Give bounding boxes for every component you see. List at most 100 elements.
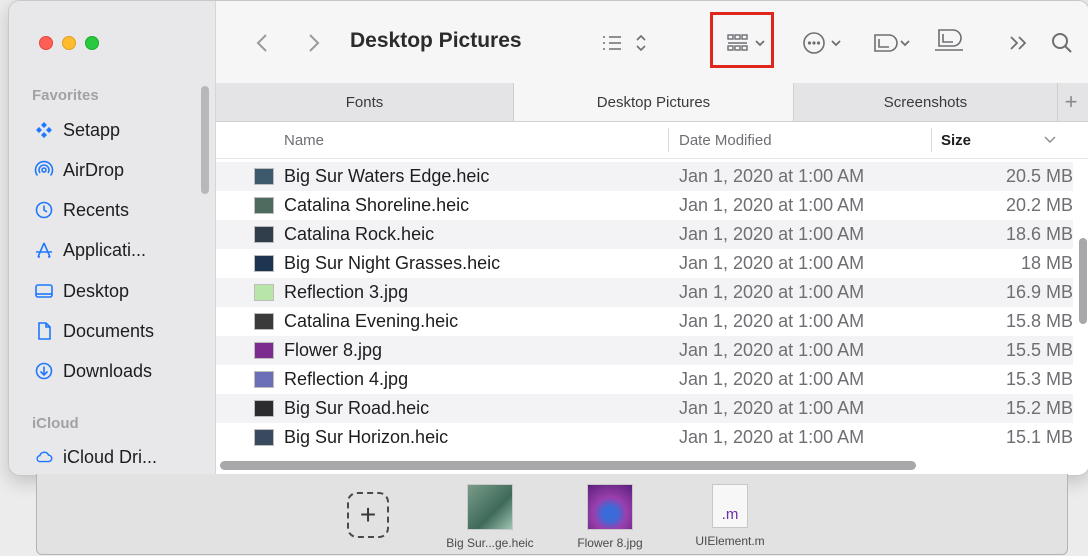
column-date-modified[interactable]: Date Modified [679, 122, 772, 158]
favorites-heading: Favorites [32, 87, 99, 104]
add-files-button[interactable]: + [347, 492, 389, 538]
search-icon[interactable] [1048, 29, 1076, 57]
file-name: Big Sur Horizon.heic [284, 427, 449, 447]
minimize-button[interactable] [62, 36, 76, 50]
sidebar-item-desktop[interactable]: Desktop [33, 277, 129, 305]
window-title: Desktop Pictures [350, 29, 522, 52]
file-date: Jan 1, 2020 at 1:00 AM [679, 253, 865, 273]
shelf-item[interactable]: .m UIElement.m [675, 484, 785, 548]
sidebar-item-label: Recents [63, 199, 130, 220]
file-name: Catalina Rock.heic [284, 224, 435, 244]
table-row[interactable]: Catalina Rock.heic Jan 1, 2020 at 1:00 AM… [216, 220, 1073, 249]
file-date: Jan 1, 2020 at 1:00 AM [679, 369, 865, 389]
file-size: 20.2 MB [1005, 195, 1073, 215]
table-row[interactable]: Big Sur Night Grasses.heic Jan 1, 2020 at… [216, 249, 1073, 278]
back-icon[interactable] [252, 29, 272, 57]
file-size: 18 MB [1020, 253, 1073, 273]
file-name: Big Sur Road.heic [284, 398, 430, 418]
sidebar-item-applications[interactable]: Applicati... [33, 236, 146, 264]
file-thumbnail-icon [254, 197, 274, 214]
table-row[interactable]: Flower 8.jpg Jan 1, 2020 at 1:00 AM 15.5 M… [216, 336, 1073, 365]
sidebar-item-label: Setapp [63, 119, 121, 140]
shelf-item-label: UIElement.m [695, 534, 765, 548]
image-thumbnail [587, 484, 633, 530]
file-date: Jan 1, 2020 at 1:00 AM [679, 166, 865, 186]
file-size: 15.8 MB [1005, 311, 1073, 331]
sidebar-item-airdrop[interactable]: AirDrop [33, 156, 124, 184]
dropover-icon[interactable] [932, 25, 968, 57]
file-size: 15.1 MB [1005, 427, 1073, 447]
file-name: Big Sur Waters Edge.heic [284, 166, 490, 186]
file-list-scrollbar[interactable] [1079, 238, 1087, 324]
file-thumbnail-icon [254, 284, 274, 301]
table-row[interactable]: Reflection 4.jpg Jan 1, 2020 at 1:00 AM 15… [216, 365, 1073, 394]
sidebar-item-downloads[interactable]: Downloads [33, 357, 152, 385]
table-row[interactable]: Big Sur Road.heic Jan 1, 2020 at 1:00 AM 1… [216, 394, 1073, 423]
table-row[interactable]: Big Sur Horizon.heic Jan 1, 2020 at 1:00 … [216, 423, 1073, 452]
column-name[interactable]: Name [284, 122, 324, 158]
sidebar-item-label: AirDrop [63, 159, 125, 180]
chevron-down-icon[interactable] [1044, 122, 1056, 158]
table-row[interactable]: Reflection 3.jpg Jan 1, 2020 at 1:00 AM 16… [216, 278, 1073, 307]
table-row[interactable]: Catalina Shoreline.heic Jan 1, 2020 at 1:… [216, 191, 1073, 220]
tab-label: Screenshots [883, 93, 968, 111]
file-thumbnail-icon [254, 429, 274, 446]
download-icon [33, 360, 55, 382]
tab-desktop-pictures[interactable]: Desktop Pictures [514, 83, 794, 121]
file-thumbnail-icon [254, 168, 274, 185]
table-row[interactable]: Catalina Evening.heic Jan 1, 2020 at 1:00… [216, 307, 1073, 336]
new-tab-button[interactable]: + [1053, 83, 1088, 121]
file-date: Jan 1, 2020 at 1:00 AM [679, 311, 865, 331]
file-size: 15.2 MB [1005, 398, 1073, 418]
tab-fonts[interactable]: Fonts [216, 83, 514, 121]
column-size[interactable]: Size [941, 122, 971, 158]
tag-icon[interactable] [871, 31, 917, 55]
setapp-icon [33, 119, 55, 141]
highlight-box [710, 12, 774, 68]
shelf-item-label: Big Sur...ge.heic [446, 536, 534, 550]
horizontal-scrollbar[interactable] [220, 461, 916, 470]
forward-icon[interactable] [304, 29, 324, 57]
tab-screenshots[interactable]: Screenshots [794, 83, 1058, 121]
sidebar-item-icloud-drive[interactable]: iCloud Dri... [33, 443, 157, 471]
file-date: Jan 1, 2020 at 1:00 AM [679, 224, 865, 244]
shelf-item-label: Flower 8.jpg [577, 536, 643, 550]
shelf-item[interactable]: Big Sur...ge.heic [435, 484, 545, 550]
sidebar-item-setapp[interactable]: Setapp [33, 116, 120, 144]
tab-bar: Fonts Desktop Pictures Screenshots + [216, 83, 1088, 122]
sidebar-item-documents[interactable]: Documents [33, 317, 154, 345]
file-date: Jan 1, 2020 at 1:00 AM [679, 427, 865, 447]
file-name: Catalina Shoreline.heic [284, 195, 470, 215]
cloud-icon [33, 446, 55, 468]
sidebar: Favorites Setapp AirDrop Recents Applica… [9, 1, 216, 475]
sidebar-item-label: iCloud Dri... [63, 446, 158, 467]
dropover-shelf: + Big Sur...ge.heic Flower 8.jpg .m UIEl… [36, 474, 1068, 555]
sidebar-item-label: Desktop [63, 280, 130, 301]
zoom-button[interactable] [85, 36, 99, 50]
traffic-lights [39, 36, 99, 50]
sidebar-item-recents[interactable]: Recents [33, 196, 129, 224]
column-header: Name Date Modified Size [216, 122, 1088, 159]
shelf-item[interactable]: Flower 8.jpg [555, 484, 665, 550]
file-name: Flower 8.jpg [284, 340, 383, 360]
tab-label: Desktop Pictures [596, 93, 711, 111]
column-divider[interactable] [668, 128, 669, 152]
file-extension: .m [721, 506, 739, 523]
overflow-icon[interactable] [1006, 31, 1032, 55]
file-size: 15.5 MB [1005, 340, 1073, 360]
file-name: Reflection 4.jpg [284, 369, 409, 389]
column-divider[interactable] [931, 128, 932, 152]
file-name: Catalina Evening.heic [284, 311, 459, 331]
icloud-heading: iCloud [32, 415, 79, 432]
close-button[interactable] [39, 36, 53, 50]
more-icon[interactable] [802, 31, 852, 55]
file-thumbnail-icon [254, 342, 274, 359]
list-view-icon[interactable] [600, 31, 648, 55]
table-row[interactable]: Big Sur Waters Edge.heic Jan 1, 2020 at 1… [216, 162, 1073, 191]
file-icon: .m [712, 484, 748, 528]
file-name: Reflection 3.jpg [284, 282, 409, 302]
sidebar-scrollbar[interactable] [201, 86, 209, 194]
airdrop-icon [33, 159, 55, 181]
file-date: Jan 1, 2020 at 1:00 AM [679, 340, 865, 360]
file-thumbnail-icon [254, 226, 274, 243]
